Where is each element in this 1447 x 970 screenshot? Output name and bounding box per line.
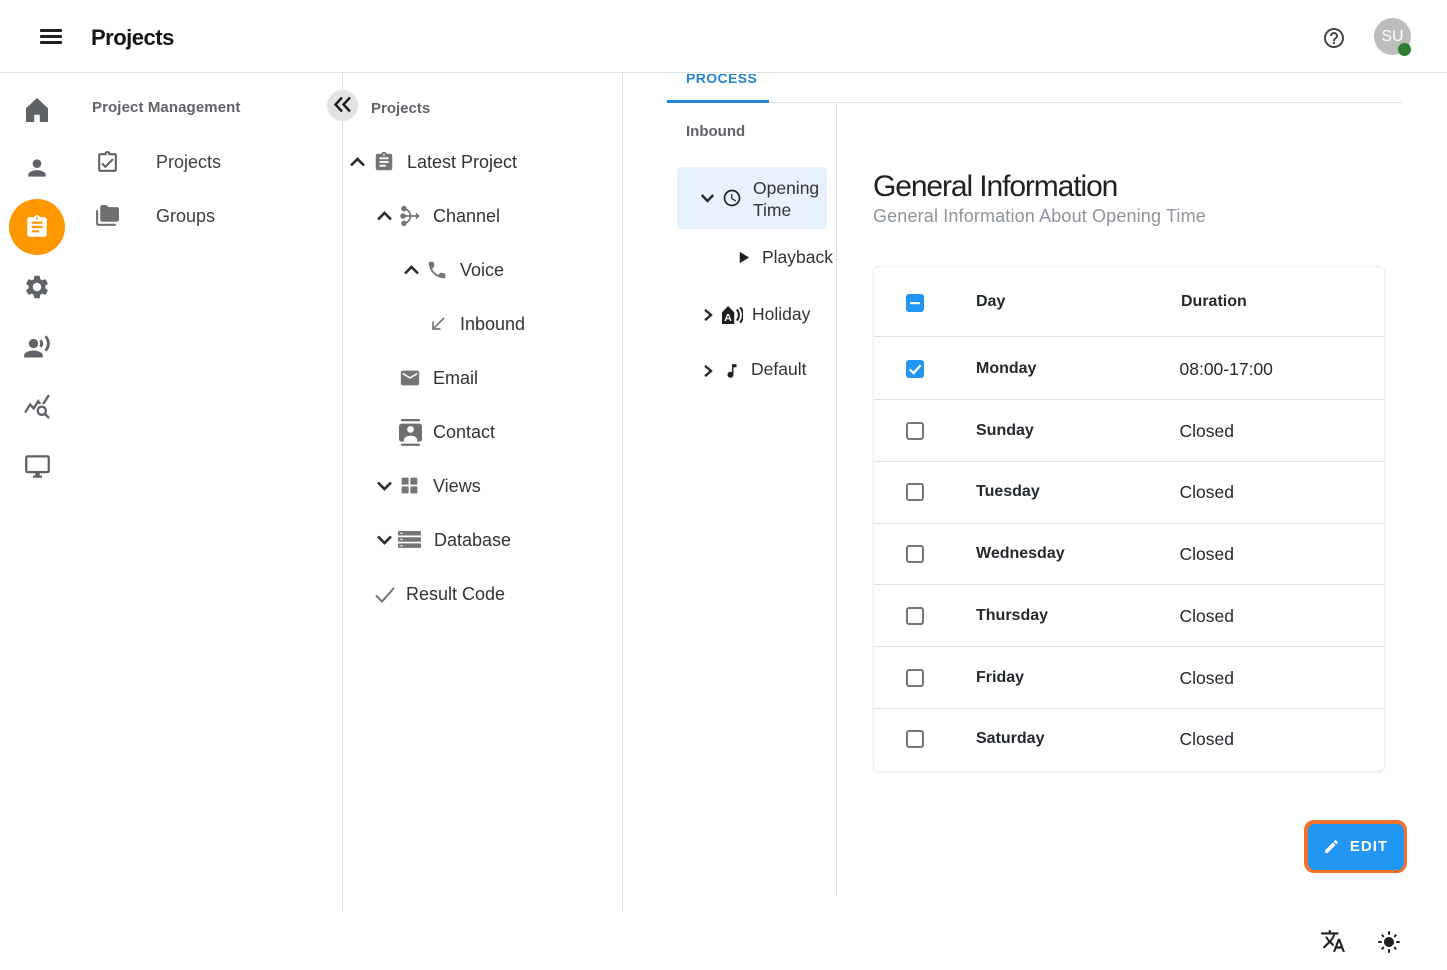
svg-text:A: A (724, 312, 732, 324)
